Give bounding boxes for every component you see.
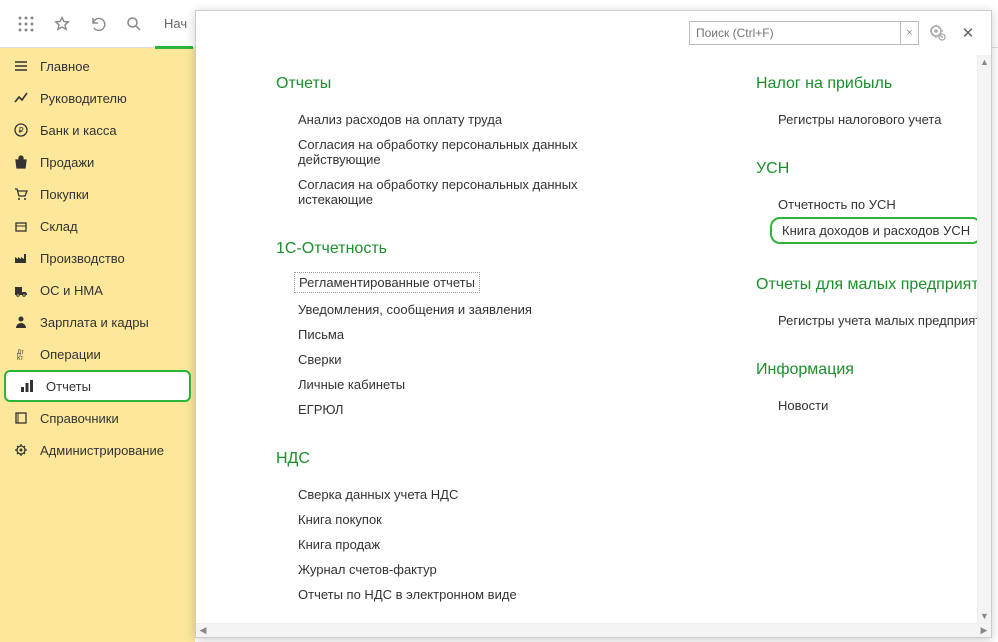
menu-link[interactable]: Письма bbox=[276, 322, 656, 347]
gear-icon bbox=[10, 443, 32, 457]
topbar-tab-text[interactable]: Нач bbox=[164, 16, 187, 31]
sidebar-item-5[interactable]: Склад bbox=[0, 210, 195, 242]
bars-icon bbox=[16, 379, 38, 393]
search-clear-button[interactable]: × bbox=[900, 22, 918, 44]
menu-link[interactable]: Согласия на обработку персональных данны… bbox=[276, 132, 656, 172]
scroll-up-icon[interactable]: ▲ bbox=[978, 55, 991, 69]
sidebar-item-label: Производство bbox=[40, 251, 125, 266]
menu-link[interactable]: Согласия на обработку персональных данны… bbox=[276, 172, 656, 212]
sidebar-item-8[interactable]: Зарплата и кадры bbox=[0, 306, 195, 338]
book-icon bbox=[10, 411, 32, 425]
sidebar-item-label: Руководителю bbox=[40, 91, 127, 106]
sidebar-item-2[interactable]: ₽ Банк и касса bbox=[0, 114, 195, 146]
menu-link[interactable]: Книга покупок bbox=[276, 507, 656, 532]
sidebar-item-label: Главное bbox=[40, 59, 90, 74]
menu-link[interactable]: ЕГРЮЛ bbox=[276, 397, 656, 422]
bag-icon bbox=[10, 155, 32, 169]
menu-link[interactable]: Журнал счетов-фактур bbox=[276, 557, 656, 582]
search-input-wrap: × bbox=[689, 21, 919, 45]
sidebar-item-7[interactable]: ОС и НМА bbox=[0, 274, 195, 306]
truck-icon bbox=[10, 283, 32, 297]
ops-icon: ДтКт bbox=[10, 347, 32, 361]
section-title[interactable]: 1С-Отчетность bbox=[276, 240, 656, 258]
section-title[interactable]: Налог на прибыль bbox=[756, 75, 977, 93]
sidebar-item-label: Покупки bbox=[40, 187, 89, 202]
settings-icon[interactable] bbox=[927, 24, 949, 42]
menu-link[interactable]: Регламентированные отчеты bbox=[294, 272, 480, 293]
sidebar-item-label: Операции bbox=[40, 347, 101, 362]
sidebar-item-label: Продажи bbox=[40, 155, 94, 170]
svg-text:Кт: Кт bbox=[17, 356, 23, 361]
sidebar-item-label: Зарплата и кадры bbox=[40, 315, 149, 330]
section-title[interactable]: Отчеты bbox=[276, 75, 656, 93]
menu-link[interactable]: Регистры учета малых предприятий bbox=[756, 308, 977, 333]
sidebar-item-label: ОС и НМА bbox=[40, 283, 103, 298]
menu-link[interactable]: Отчетность по УСН bbox=[756, 192, 977, 217]
sidebar-item-12[interactable]: Администрирование bbox=[0, 434, 195, 466]
sidebar-item-1[interactable]: Руководителю bbox=[0, 82, 195, 114]
search-input[interactable] bbox=[690, 22, 900, 44]
reports-panel: × ✕ Отчеты Анализ расходов на оплату труд… bbox=[195, 10, 992, 638]
sidebar: Главное Руководителю ₽ Банк и касса Продажи П… bbox=[0, 48, 195, 642]
factory-icon bbox=[10, 251, 32, 265]
section-title[interactable]: Отчеты для малых предприятий bbox=[756, 276, 977, 294]
sidebar-item-0[interactable]: Главное bbox=[0, 50, 195, 82]
apps-icon[interactable] bbox=[12, 10, 40, 38]
ruble-icon: ₽ bbox=[10, 123, 32, 137]
sidebar-item-11[interactable]: Справочники bbox=[0, 402, 195, 434]
chart-icon bbox=[10, 91, 32, 105]
panel-header: × ✕ bbox=[196, 11, 991, 55]
section-title[interactable]: УСН bbox=[756, 160, 977, 178]
sidebar-item-label: Склад bbox=[40, 219, 78, 234]
menu-link[interactable]: Книга продаж bbox=[276, 532, 656, 557]
menu-link[interactable]: Личные кабинеты bbox=[276, 372, 656, 397]
menu-link[interactable]: Сверки bbox=[276, 347, 656, 372]
menu-icon bbox=[10, 59, 32, 73]
sidebar-item-9[interactable]: ДтКт Операции bbox=[0, 338, 195, 370]
section-title[interactable]: Информация bbox=[756, 361, 977, 379]
menu-link[interactable]: Новости bbox=[756, 393, 977, 418]
sidebar-item-3[interactable]: Продажи bbox=[0, 146, 195, 178]
section-title[interactable]: НДС bbox=[276, 450, 656, 468]
menu-link[interactable]: Анализ расходов на оплату труда bbox=[276, 107, 656, 132]
menu-link[interactable]: Отчеты по НДС в электронном виде bbox=[276, 582, 656, 607]
tab-indicator bbox=[155, 46, 193, 49]
svg-text:₽: ₽ bbox=[18, 126, 23, 135]
search-icon[interactable] bbox=[120, 10, 148, 38]
cart-icon bbox=[10, 187, 32, 201]
scroll-left-icon[interactable]: ◀ bbox=[196, 624, 210, 637]
sidebar-item-6[interactable]: Производство bbox=[0, 242, 195, 274]
sidebar-item-label: Администрирование bbox=[40, 443, 164, 458]
vertical-scrollbar[interactable]: ▲ ▼ bbox=[977, 55, 991, 623]
scroll-down-icon[interactable]: ▼ bbox=[978, 609, 991, 623]
box-icon bbox=[10, 219, 32, 233]
sidebar-item-4[interactable]: Покупки bbox=[0, 178, 195, 210]
close-button[interactable]: ✕ bbox=[957, 24, 979, 42]
panel-content: ОтчетыАнализ расходов на оплату трудаСог… bbox=[196, 55, 977, 623]
sidebar-item-label: Банк и касса bbox=[40, 123, 117, 138]
menu-link[interactable]: Регистры налогового учета bbox=[756, 107, 977, 132]
horizontal-scrollbar[interactable]: ◀ ▶ bbox=[196, 623, 991, 637]
sidebar-item-10[interactable]: Отчеты bbox=[4, 370, 191, 402]
sidebar-item-label: Справочники bbox=[40, 411, 119, 426]
person-icon bbox=[10, 315, 32, 329]
menu-link[interactable]: Уведомления, сообщения и заявления bbox=[276, 297, 656, 322]
menu-link[interactable]: Сверка данных учета НДС bbox=[276, 482, 656, 507]
scroll-right-icon[interactable]: ▶ bbox=[977, 624, 991, 637]
sidebar-item-label: Отчеты bbox=[46, 379, 91, 394]
history-icon[interactable] bbox=[84, 10, 112, 38]
menu-link[interactable]: Книга доходов и расходов УСН bbox=[770, 217, 977, 244]
star-icon[interactable] bbox=[48, 10, 76, 38]
